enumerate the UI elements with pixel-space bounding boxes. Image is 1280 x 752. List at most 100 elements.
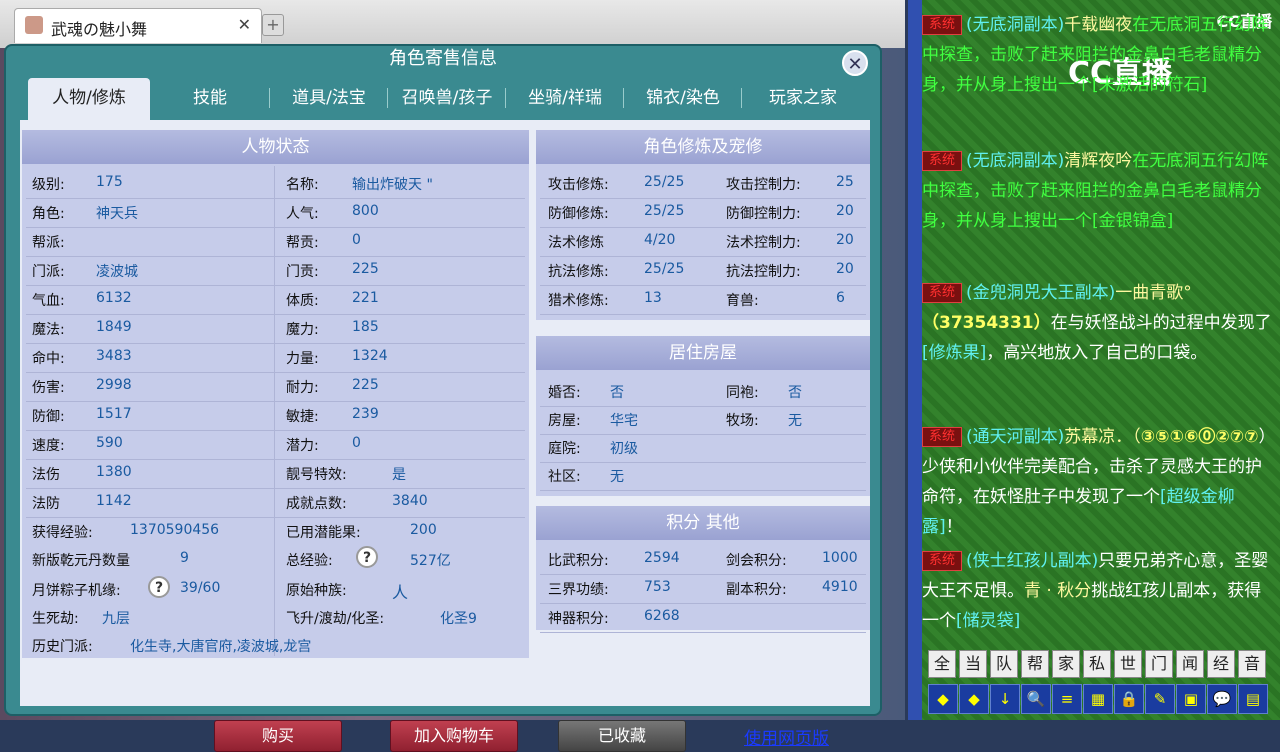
panel-title: 角色寄售信息 [389,48,497,69]
tab-mounts[interactable]: 坐骑/祥瑞 [506,78,624,118]
message-text: ，高兴地放入了自己的口袋。 [986,343,1208,363]
stat-value: 2594 [644,550,680,566]
channel-button[interactable]: 私 [1083,650,1111,678]
stat-value: 1000 [822,550,858,566]
toolbar-icon[interactable]: ◆ [928,684,958,714]
channel-button[interactable]: 音 [1238,650,1266,678]
new-tab-button[interactable]: + [262,14,284,36]
web-version-link[interactable]: 使用网页版 [744,724,829,749]
channel-button[interactable]: 门 [1145,650,1173,678]
toolbar-icon[interactable]: ◆ [959,684,989,714]
stat-label: 同袍: [726,385,759,401]
status-value: 800 [352,203,379,219]
chat-message: 系统 (无底洞副本)千载幽夜在无底洞五行幻阵中探查，击败了赶来阻拦的金鼻白毛老鼠精… [922,10,1274,100]
collected-button[interactable]: 已收藏 [558,720,686,752]
race-value: 人 [392,583,409,602]
row-divider [540,632,866,633]
history-label: 历史门派: [32,639,93,655]
status-label: 名称: [286,177,319,193]
status-value: 1849 [96,319,132,335]
help-icon[interactable]: ? [356,546,378,568]
tab-label: 技能 [193,88,227,108]
stat-label: 抗法控制力: [726,264,801,280]
channel-button[interactable]: 经 [1207,650,1235,678]
stat-label: 攻击控制力: [726,177,801,193]
toolbar-icon[interactable]: 🔍 [1021,684,1051,714]
panel-close-button[interactable]: ✕ [842,50,868,76]
item-name: [修炼果] [922,343,987,363]
channel-button[interactable]: 世 [1114,650,1142,678]
add-to-cart-button[interactable]: 加入购物车 [390,720,518,752]
total-exp-value: 527亿 [410,553,451,569]
toolbar-icon[interactable]: ▣ [1176,684,1206,714]
row-divider [26,430,525,431]
toolbar-icon[interactable]: 🔒 [1114,684,1144,714]
status-label: 魔法: [32,322,65,338]
stat-value: 无 [610,469,624,485]
house-heading: 居住房屋 [536,336,870,370]
status-section: 人物状态 级别: 175 角色: 神天兵 帮派: 门派: 凌波城 气血: 6132 魔法: 1849… [22,130,529,658]
status-label: 敏捷: [286,409,319,425]
status-label: 法防 [32,496,60,512]
exp-label: 获得经验: [32,525,93,541]
status-value: 凌波城 [96,264,138,280]
status-value: 2998 [96,377,132,393]
row-divider [540,198,866,199]
channel-button[interactable]: 队 [990,650,1018,678]
tab-close-icon[interactable]: ✕ [238,15,251,34]
channel-button[interactable]: 帮 [1021,650,1049,678]
channel-button[interactable]: 当 [959,650,987,678]
stat-value: 否 [788,385,802,401]
toolbar-icon[interactable]: ▤ [1238,684,1268,714]
stat-value: 4910 [822,579,858,595]
status-label: 门派: [32,264,65,280]
stat-value: 20 [836,203,854,219]
stat-label: 庭院: [548,441,581,457]
channel-button[interactable]: 家 [1052,650,1080,678]
message-text: 在与妖怪战斗的过程中发现了 [1050,313,1272,333]
tab-home[interactable]: 玩家之家 [742,78,864,118]
status-value: 590 [96,435,123,451]
points-heading: 积分 其他 [536,506,870,540]
chat-sidebar [908,0,922,720]
status-label: 成就点数: [286,496,347,512]
row-divider [540,434,866,435]
ascend-value: 化圣9 [440,611,477,627]
tab-items[interactable]: 道具/法宝 [270,78,388,118]
stat-label: 房屋: [548,413,581,429]
player-name: 青 · 秋分 [1024,581,1092,601]
buy-button[interactable]: 购买 [214,720,342,752]
row-divider [26,285,525,286]
status-label: 级别: [32,177,65,193]
system-tag: 系统 [922,427,963,447]
toolbar-icon[interactable]: ▦ [1083,684,1113,714]
system-tag: 系统 [922,551,963,571]
exp-value: 1370590456 [130,522,220,538]
house-section: 居住房屋 婚否: 否同袍: 否房屋: 华宅 牧场: 无庭院: 初级 社区: 无 [536,336,870,496]
tab-summons[interactable]: 召唤兽/孩子 [388,78,506,118]
message-text: ！ [945,517,963,537]
row-divider [26,343,525,344]
status-value: 175 [96,174,123,190]
dungeon-name: (无底洞副本) [966,15,1065,35]
tab-character[interactable]: 人物/修炼 [28,78,150,120]
tab-skills[interactable]: 技能 [150,78,270,118]
channel-button[interactable]: 全 [928,650,956,678]
tab-outfits[interactable]: 锦衣/染色 [624,78,742,118]
help-icon[interactable]: ? [148,576,170,598]
toolbar-icon[interactable]: ✎ [1145,684,1175,714]
browser-tab[interactable]: 武魂の魅小舞 ✕ [14,8,262,43]
points-section: 积分 其他 比武积分: 2594 剑会积分: 1000 三界功绩: 753 副本积分: 491… [536,506,870,633]
stat-label: 育兽: [726,293,759,309]
mooncake-value: 39/60 [180,580,221,596]
stat-value: 25/25 [644,174,685,190]
row-divider [26,488,525,489]
toolbar-icon[interactable]: 💬 [1207,684,1237,714]
status-label: 防御: [32,409,65,425]
qianyuan-value: 9 [180,550,189,566]
toolbar-icon[interactable]: ≡ [1052,684,1082,714]
toolbar-icon[interactable]: ↓ [990,684,1020,714]
dungeon-name: (侠士红孩儿副本) [966,551,1099,571]
channel-button[interactable]: 闻 [1176,650,1204,678]
tab-label: 召唤兽/孩子 [401,88,493,108]
